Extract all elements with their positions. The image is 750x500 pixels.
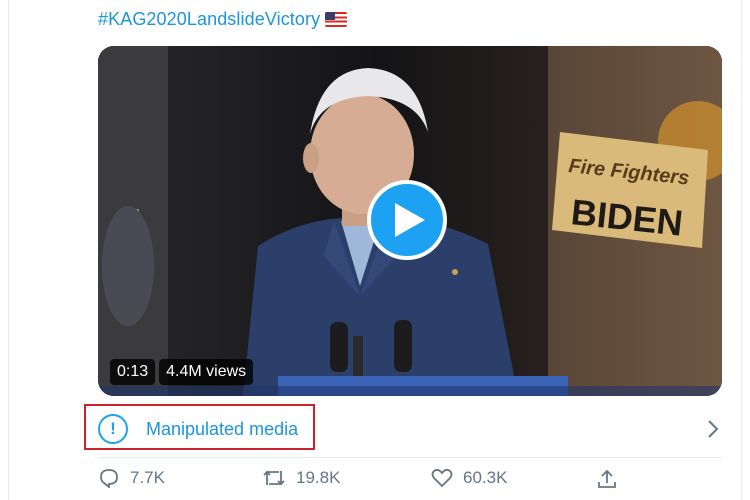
tweet-card: #KAG2020LandslideVictory Fire Fighters B… — [0, 0, 750, 500]
retweet-count: 19.8K — [296, 468, 341, 487]
video-view-count: 4.4M views — [159, 359, 254, 385]
like-button[interactable]: 60.3K — [431, 468, 507, 488]
share-icon — [598, 469, 616, 488]
share-button[interactable] — [596, 468, 618, 490]
like-count: 60.3K — [463, 468, 508, 487]
hashtag-link[interactable]: #KAG2020LandslideVictory — [98, 9, 348, 30]
retweet-icon — [263, 470, 285, 486]
reply-button[interactable]: 7.7K — [98, 468, 165, 488]
video-stats: 0:13 4.4M views — [110, 359, 254, 385]
video-duration: 0:13 — [110, 359, 156, 385]
heart-icon — [431, 468, 453, 488]
campaign-sign: Fire Fighters BIDEN — [552, 132, 708, 248]
play-button[interactable] — [367, 180, 447, 260]
chevron-right-icon[interactable] — [706, 418, 720, 440]
divider — [98, 457, 722, 458]
highlight-box — [84, 404, 315, 450]
frame-border-left — [8, 0, 9, 500]
video-player[interactable]: Fire Fighters BIDEN 0:13 4.4M views — [98, 46, 722, 396]
reply-icon — [100, 469, 118, 488]
play-icon — [395, 203, 425, 237]
hashtag-text[interactable]: #KAG2020LandslideVictory — [98, 9, 320, 30]
us-flag-icon — [325, 12, 348, 27]
reply-count: 7.7K — [130, 468, 165, 487]
tweet-actions: 7.7K 19.8K 60.3K — [98, 468, 722, 498]
retweet-button[interactable]: 19.8K — [262, 468, 340, 488]
frame-border-right — [741, 0, 742, 500]
